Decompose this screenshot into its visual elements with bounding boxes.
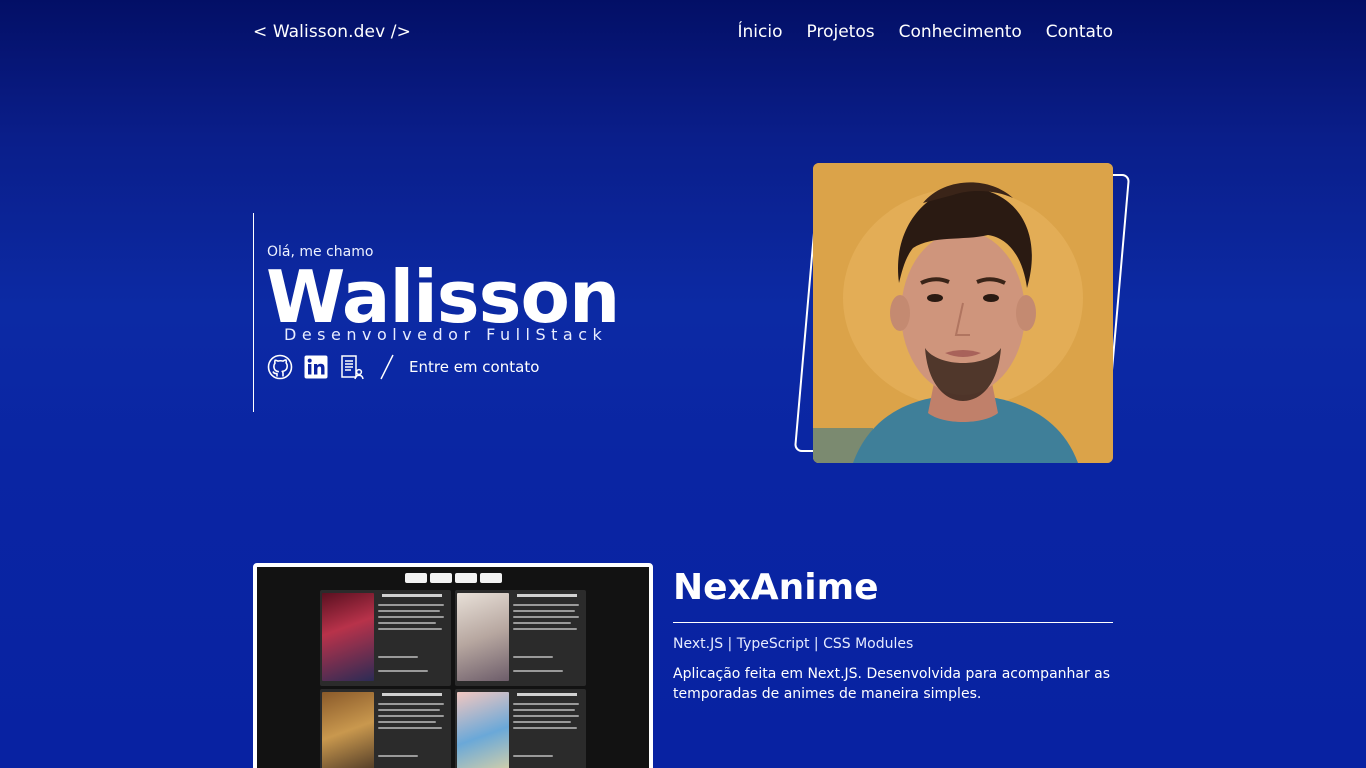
thumb-filter xyxy=(430,573,452,583)
thumb-line xyxy=(513,727,577,729)
site-header: < Walisson.dev /> Ínicio Projetos Conhec… xyxy=(253,18,1113,46)
thumb-line xyxy=(513,721,571,723)
contact-link[interactable]: Entre em contato xyxy=(409,358,539,376)
thumb-line xyxy=(378,628,442,630)
thumb-line xyxy=(378,670,428,672)
hero-role: Desenvolvedor FullStack xyxy=(284,325,608,344)
thumb-poster xyxy=(322,692,374,768)
site-logo[interactable]: < Walisson.dev /> xyxy=(253,22,411,42)
profile-photo xyxy=(813,163,1113,463)
thumb-line xyxy=(378,616,444,618)
thumb-line xyxy=(378,727,442,729)
thumb-card-title xyxy=(382,594,442,597)
thumb-line xyxy=(513,628,577,630)
thumb-line xyxy=(378,755,418,757)
project-divider xyxy=(673,622,1113,623)
github-icon[interactable] xyxy=(267,354,293,380)
thumb-line xyxy=(378,604,444,606)
thumb-line xyxy=(513,604,579,606)
linkedin-icon[interactable] xyxy=(303,354,329,380)
thumb-card-title xyxy=(517,594,577,597)
thumb-line xyxy=(513,709,575,711)
thumb-anime-card xyxy=(455,689,586,768)
thumb-line xyxy=(513,755,553,757)
thumb-poster xyxy=(457,593,509,681)
project-title[interactable]: NexAnime xyxy=(673,566,1113,610)
thumb-line xyxy=(513,703,579,705)
thumb-line xyxy=(378,721,436,723)
thumb-filter xyxy=(455,573,477,583)
thumb-line xyxy=(513,622,571,624)
nav-inicio[interactable]: Ínicio xyxy=(738,22,783,42)
thumb-card-title xyxy=(517,693,577,696)
thumb-card-title xyxy=(382,693,442,696)
thumb-anime-card xyxy=(455,590,586,686)
thumb-filter xyxy=(480,573,502,583)
divider-slash-icon xyxy=(380,354,394,380)
thumb-line xyxy=(513,610,575,612)
project-stack: Next.JS | TypeScript | CSS Modules xyxy=(673,636,914,652)
thumb-anime-card xyxy=(320,590,451,686)
nav-conhecimento[interactable]: Conhecimento xyxy=(899,22,1022,42)
thumb-line xyxy=(378,703,444,705)
project-description: Aplicação feita em Next.JS. Desenvolvida… xyxy=(673,666,1111,702)
hero-intro: Olá, me chamo Walisson Desenvolvedor Ful… xyxy=(253,213,620,412)
social-links: Entre em contato xyxy=(267,353,539,381)
resume-icon[interactable] xyxy=(339,354,365,380)
nav-contato[interactable]: Contato xyxy=(1046,22,1113,42)
thumb-filter xyxy=(405,573,427,583)
thumb-poster xyxy=(457,692,509,768)
thumb-line xyxy=(513,616,579,618)
nav-projetos[interactable]: Projetos xyxy=(807,22,875,42)
thumb-line xyxy=(378,622,436,624)
main-nav: Ínicio Projetos Conhecimento Contato xyxy=(738,22,1113,42)
thumb-line xyxy=(378,715,444,717)
project-info: NexAnime Next.JS | TypeScript | CSS Modu… xyxy=(673,566,1113,704)
portrait-illustration xyxy=(813,163,1113,463)
thumb-line xyxy=(378,610,440,612)
thumb-line xyxy=(378,709,440,711)
thumb-line xyxy=(513,656,553,658)
thumb-line xyxy=(513,715,579,717)
thumb-season-filters xyxy=(405,573,502,583)
thumb-anime-card xyxy=(320,689,451,768)
thumb-line xyxy=(513,670,563,672)
thumb-line xyxy=(378,656,418,658)
project-screenshot[interactable] xyxy=(253,563,653,768)
thumb-poster xyxy=(322,593,374,681)
